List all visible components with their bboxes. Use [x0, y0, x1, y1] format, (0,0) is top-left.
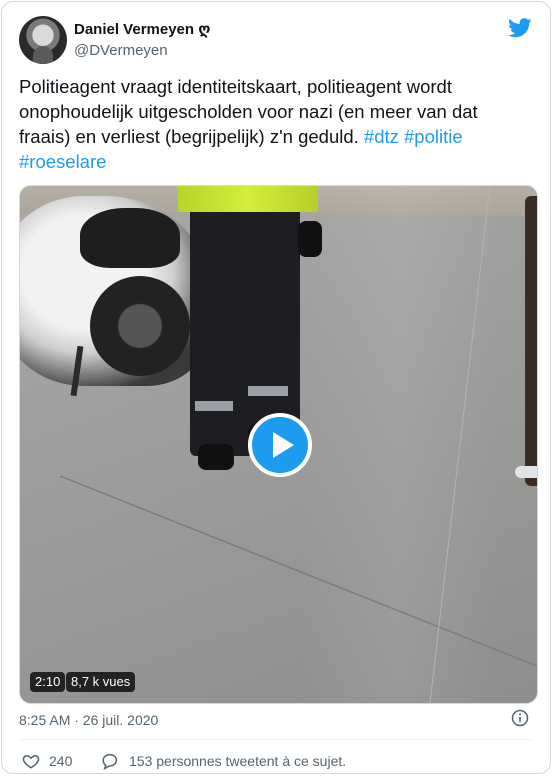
heart-icon[interactable]: [22, 752, 40, 770]
like-count[interactable]: 240: [49, 753, 72, 769]
tweet-card[interactable]: Daniel Vermeyen ღ @DVermeyen Politieagen…: [1, 1, 551, 774]
divider: [19, 739, 533, 740]
play-button[interactable]: [248, 413, 312, 477]
tweet-timestamp[interactable]: 8:25 AM · 26 juil. 2020: [19, 712, 158, 728]
author-name[interactable]: Daniel Vermeyen ღ: [74, 20, 210, 38]
video-views: 8,7 k vues: [66, 672, 136, 692]
name-emoji: ღ: [198, 21, 211, 38]
tweet-line-4: #roeselare: [19, 149, 539, 174]
hashtag-dtz[interactable]: #dtz: [364, 126, 399, 147]
tweet-text: Politieagent vraagt identiteitskaart, po…: [19, 74, 539, 174]
hashtag-politie[interactable]: #politie: [404, 126, 463, 147]
tweet-line-3: fraais) en verliest (begrijpelijk) z'n g…: [19, 126, 463, 147]
avatar[interactable]: [19, 16, 67, 64]
reply-bubble-icon[interactable]: [101, 752, 119, 770]
video-player[interactable]: 2:10 8,7 k vues: [19, 185, 538, 704]
conversation-count[interactable]: 153 personnes tweetent à ce sujet.: [129, 753, 346, 769]
play-icon: [273, 432, 294, 458]
author-handle[interactable]: @DVermeyen: [74, 42, 168, 59]
info-icon[interactable]: [511, 709, 529, 727]
tweet-line-2: onophoudelijk uitgescholden voor nazi (e…: [19, 101, 478, 122]
tweet-line-1: Politieagent vraagt identiteitskaart, po…: [19, 76, 452, 97]
twitter-bird-icon[interactable]: [508, 18, 532, 38]
video-duration: 2:10: [30, 672, 66, 692]
hashtag-roeselare[interactable]: #roeselare: [19, 151, 106, 172]
